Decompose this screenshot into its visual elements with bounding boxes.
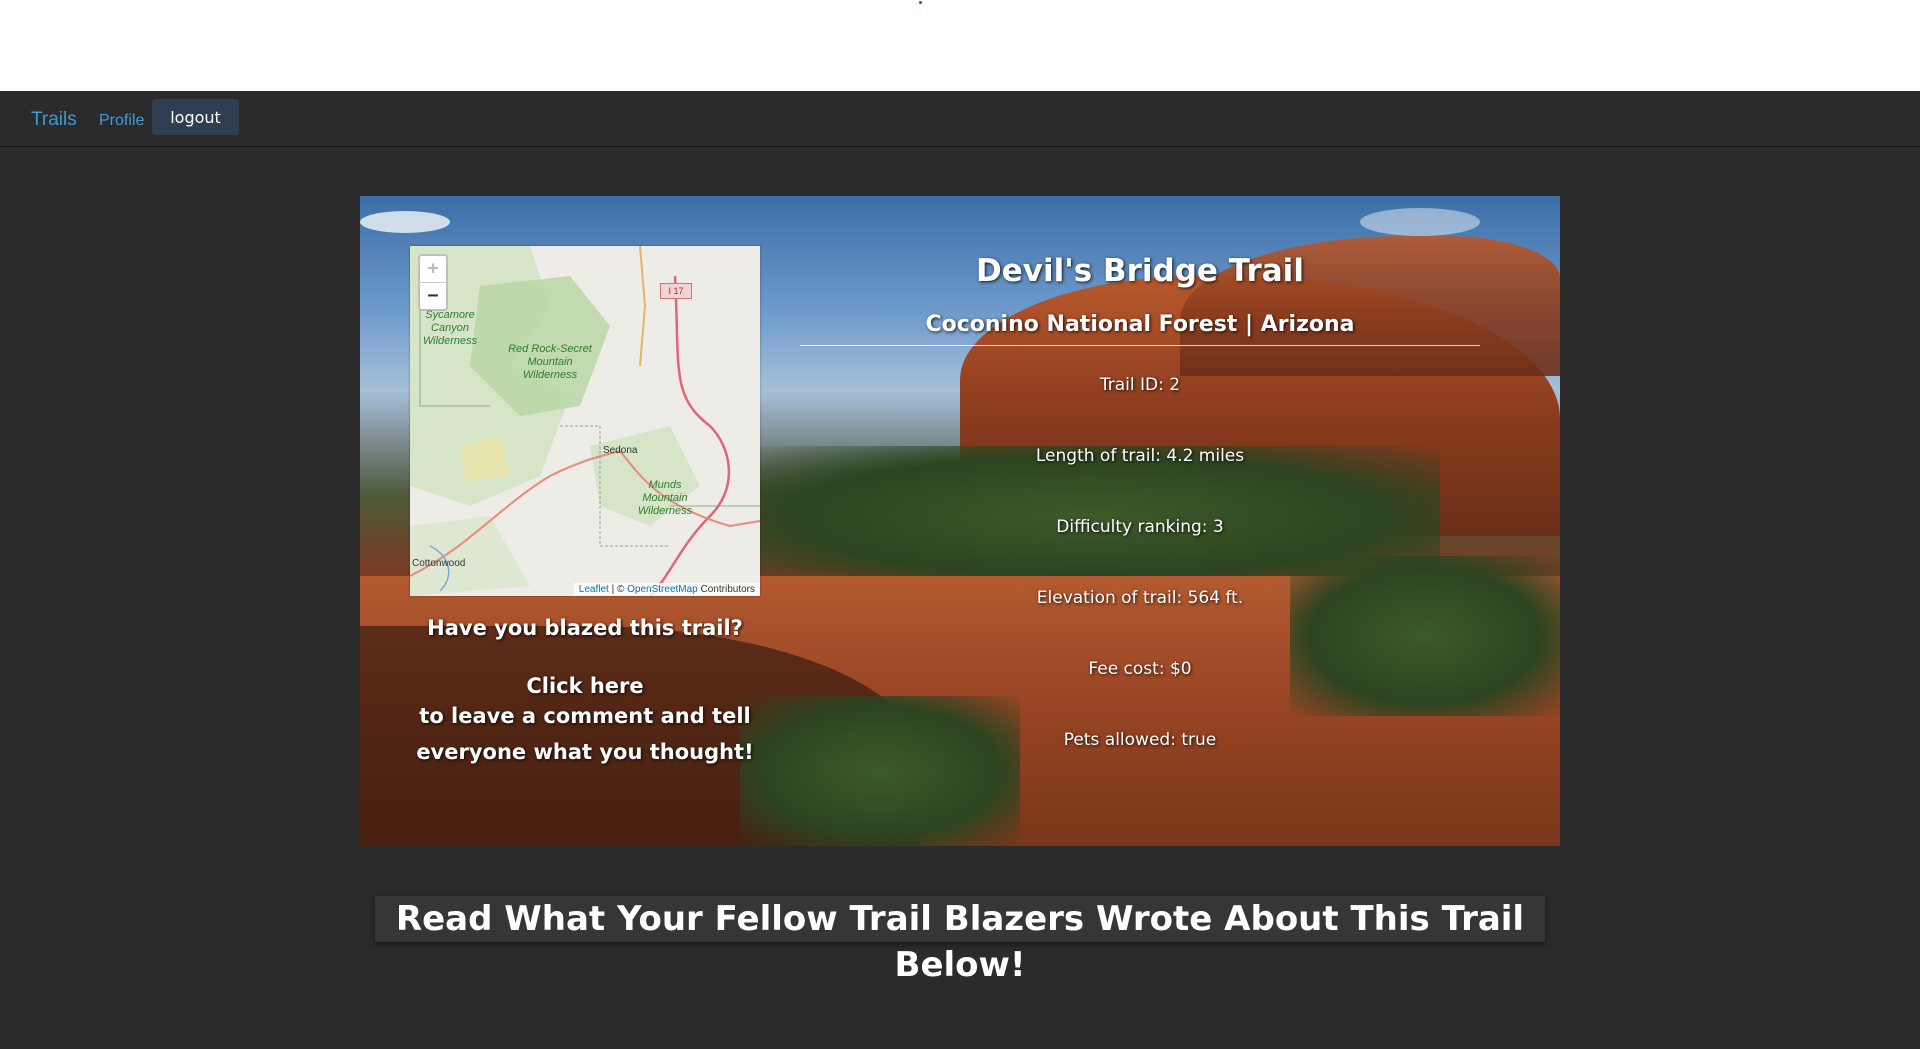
osm-link[interactable]: OpenStreetMap — [627, 584, 698, 595]
map-label-cottonwood: Cottonwood — [412, 558, 466, 569]
comment-prompt-line-2: everyone what you thought! — [416, 740, 754, 764]
map-label-munds: Munds Mountain Wilderness — [637, 479, 693, 517]
trail-info: Devil's Bridge Trail Coconino National F… — [790, 246, 1490, 776]
comment-prompt-line-1: to leave a comment and tell — [419, 704, 751, 728]
red-dot-marker — [919, 1, 922, 4]
leaflet-link[interactable]: Leaflet — [579, 584, 609, 595]
zoom-in-button[interactable]: + — [420, 256, 446, 283]
stat-length: Length of trail: 4.2 miles — [1035, 446, 1245, 466]
browser-top-area — [0, 0, 1920, 91]
attribution-separator: | © — [608, 584, 628, 595]
nav-brand-trails[interactable]: Trails — [31, 109, 77, 131]
blaze-question: Have you blazed this trail? — [427, 616, 743, 640]
nav-link-profile[interactable]: Profile — [99, 112, 144, 130]
stat-fee: Fee cost: $0 — [1088, 659, 1192, 679]
map-tiles — [410, 246, 760, 596]
trail-stats: Trail ID: 2 Length of trail: 4.2 miles D… — [790, 350, 1490, 776]
reviews-heading: Read What Your Fellow Trail Blazers Wrot… — [375, 896, 1545, 985]
trail-title: Devil's Bridge Trail — [976, 253, 1304, 289]
divider — [800, 345, 1480, 346]
comment-prompt: Have you blazed this trail? Click here t… — [410, 616, 760, 770]
trail-location: Coconino National Forest | Arizona — [925, 312, 1355, 337]
logout-button[interactable]: logout — [152, 99, 239, 135]
trail-hero-card: + − I 17 Sycamore Canyon Wilderness Red … — [360, 196, 1560, 846]
click-here-link[interactable]: Click here — [410, 674, 760, 698]
cloud-shape — [1360, 208, 1480, 236]
stat-difficulty: Difficulty ranking: 3 — [1056, 517, 1224, 537]
map-label-sycamore: Sycamore Canyon Wilderness — [422, 309, 478, 347]
attribution-suffix: Contributors — [697, 584, 755, 595]
stat-trail-id: Trail ID: 2 — [1099, 375, 1181, 395]
map-label-sedona: Sedona — [603, 445, 638, 456]
zoom-out-button[interactable]: − — [420, 283, 446, 309]
map-attribution: Leaflet | © OpenStreetMap Contributors — [573, 583, 760, 596]
map-label-redrock: Red Rock-Secret Mountain Wilderness — [508, 343, 592, 381]
highway-shield-label: I 17 — [660, 283, 692, 299]
stat-pets: Pets allowed: true — [1063, 730, 1217, 750]
cloud-shape — [360, 211, 450, 233]
navbar: Trails Profile logout — [0, 91, 1920, 147]
map-zoom-control: + − — [418, 254, 448, 311]
stat-elevation: Elevation of trail: 564 ft. — [1036, 588, 1244, 608]
trail-map[interactable]: + − I 17 Sycamore Canyon Wilderness Red … — [410, 246, 760, 596]
